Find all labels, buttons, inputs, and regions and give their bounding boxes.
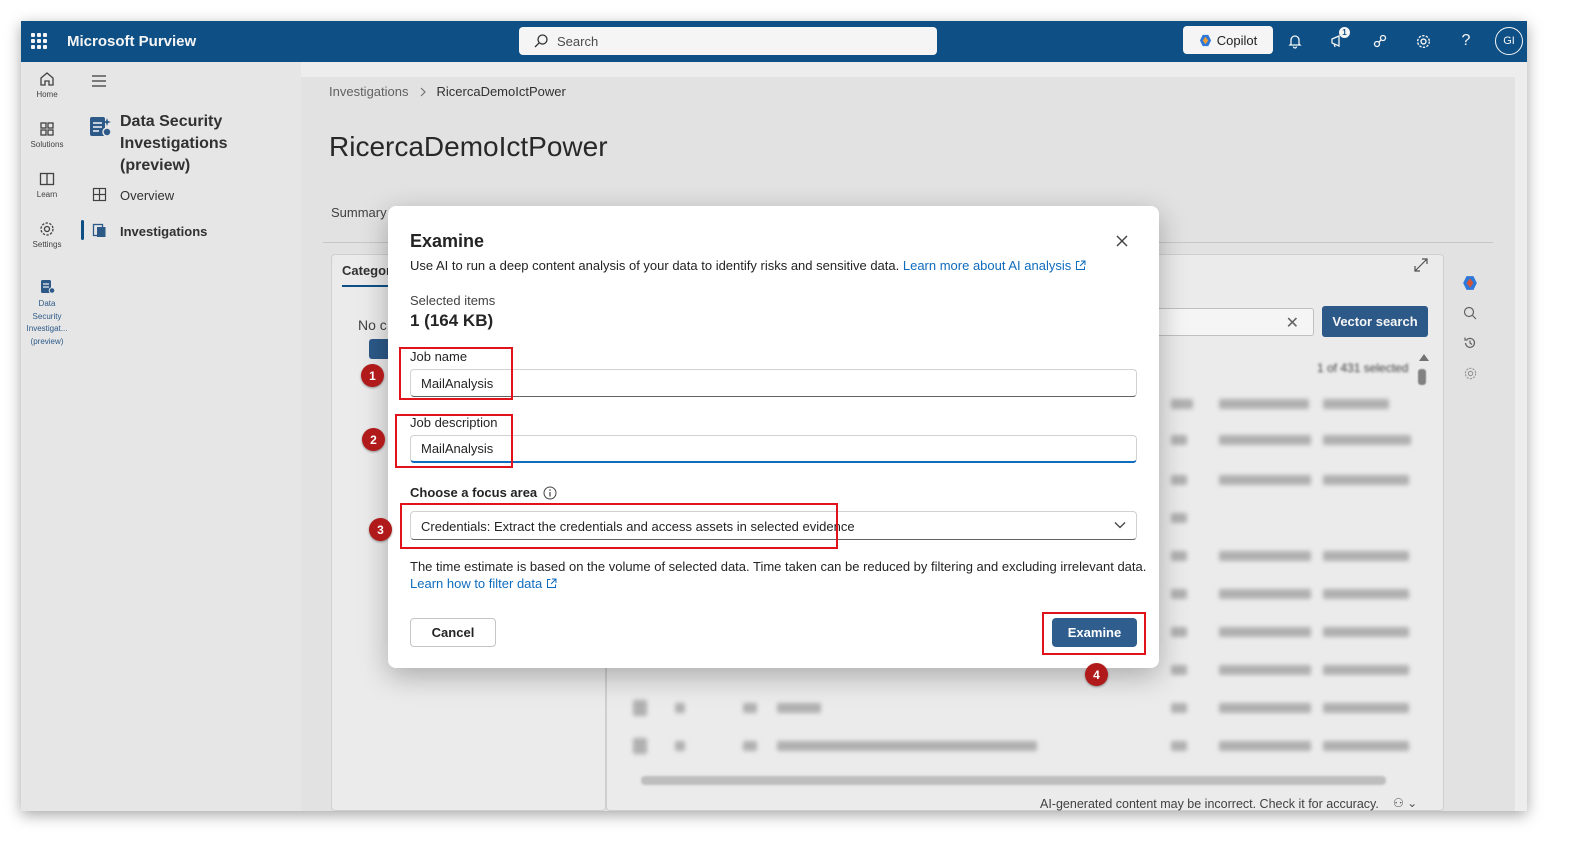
job-description-field[interactable] bbox=[410, 435, 1137, 463]
dialog-title: Examine bbox=[410, 231, 485, 251]
focus-area-label-text: Choose a focus area bbox=[410, 485, 538, 500]
filter-data-label: Learn how to filter data bbox=[410, 576, 543, 591]
time-estimate-note: The time estimate is based on the volume… bbox=[410, 559, 1147, 574]
close-icon[interactable] bbox=[1114, 233, 1130, 249]
learn-more-ai-link[interactable]: Learn more about AI analysis bbox=[903, 258, 1086, 273]
purview-window: Microsoft Purview Copilot 1 ? GI Home bbox=[21, 21, 1527, 811]
external-link-icon bbox=[1076, 260, 1086, 270]
filter-data-link[interactable]: Learn how to filter data bbox=[410, 576, 557, 591]
highlight-job-description bbox=[395, 414, 513, 468]
selected-items-value: 1 (164 KB) bbox=[410, 311, 494, 330]
info-icon[interactable] bbox=[543, 486, 557, 500]
job-description-input[interactable] bbox=[411, 436, 1136, 461]
job-name-input[interactable] bbox=[411, 370, 1136, 396]
highlight-job-name bbox=[399, 347, 513, 400]
selected-items-label: Selected items bbox=[410, 293, 496, 308]
step-badge-3: 3 bbox=[369, 518, 392, 541]
dialog-description: Use AI to run a deep content analysis of… bbox=[410, 258, 1086, 273]
focus-area-label: Choose a focus area bbox=[410, 485, 557, 500]
highlight-examine-button bbox=[1042, 612, 1146, 655]
step-badge-4: 4 bbox=[1085, 663, 1108, 686]
dialog-description-text: Use AI to run a deep content analysis of… bbox=[410, 258, 900, 273]
highlight-focus-area bbox=[400, 503, 838, 549]
step-badge-1: 1 bbox=[361, 364, 384, 387]
step-badge-2: 2 bbox=[362, 428, 385, 451]
cancel-button[interactable]: Cancel bbox=[410, 618, 496, 647]
learn-more-ai-label: Learn more about AI analysis bbox=[902, 258, 1072, 273]
external-link-icon bbox=[547, 578, 557, 588]
job-name-field[interactable] bbox=[410, 369, 1137, 397]
chevron-down-icon bbox=[1114, 522, 1126, 529]
